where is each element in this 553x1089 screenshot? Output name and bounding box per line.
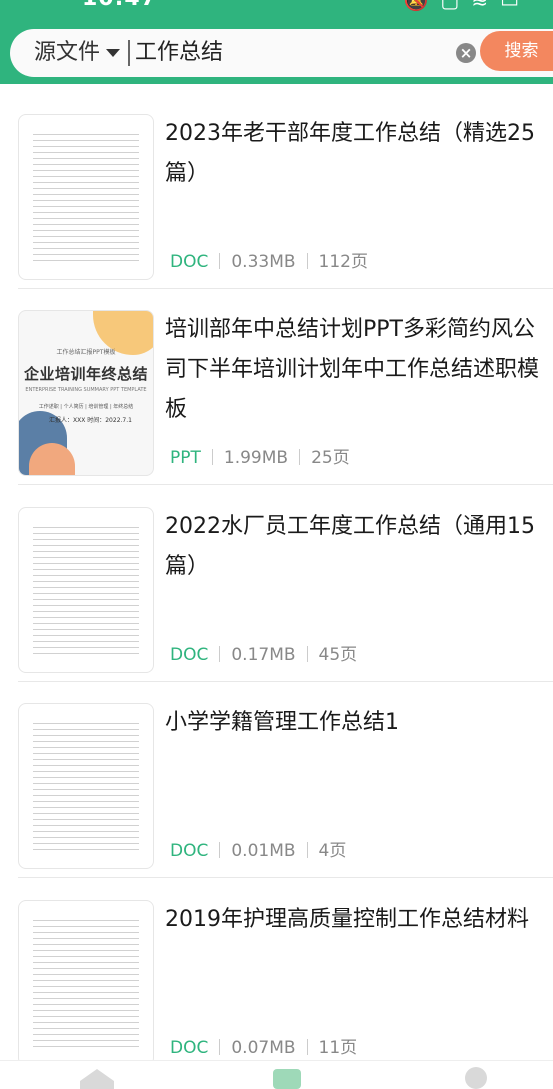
status-bar: 10:47 🔕▢≋▭ bbox=[0, 0, 553, 18]
file-size: 0.33MB bbox=[231, 252, 296, 272]
search-input[interactable]: 工作总结 bbox=[135, 29, 223, 77]
page-count: 4页 bbox=[318, 841, 347, 861]
square-icon: ▢ bbox=[440, 0, 472, 12]
bell-off-icon: 🔕 bbox=[403, 0, 441, 12]
home-icon[interactable] bbox=[80, 1069, 114, 1089]
item-title: 2023年老干部年度工作总结（精选25篇） bbox=[165, 121, 535, 186]
item-title: 培训部年中总结计划PPT多彩简约风公司下半年培训计划年中工作总结述职模板 bbox=[165, 317, 540, 422]
file-size: 1.99MB bbox=[223, 448, 289, 468]
list-item[interactable]: 工作总结汇报PPT模板 企业培训年终总结 ENTERPRISE TRAINING… bbox=[0, 280, 553, 485]
document-thumbnail bbox=[18, 507, 154, 673]
thumb-subtitle: ENTERPRISE TRAINING SUMMARY PPT TEMPLATE bbox=[25, 387, 147, 393]
item-title: 小学学籍管理工作总结1 bbox=[165, 710, 399, 735]
file-size: 0.07MB bbox=[231, 1038, 296, 1058]
page-count: 112页 bbox=[318, 252, 368, 272]
list-item[interactable]: 2023年老干部年度工作总结（精选25篇） DOC 0.33MB 112页 bbox=[0, 84, 553, 289]
page-count: 11页 bbox=[318, 1038, 358, 1058]
item-meta: DOC 0.07MB 11页 bbox=[170, 1035, 357, 1061]
profile-icon[interactable] bbox=[465, 1067, 487, 1089]
file-type: DOC bbox=[170, 252, 209, 272]
item-title: 2022水厂员工年度工作总结（通用15篇） bbox=[165, 514, 535, 579]
item-meta: DOC 0.17MB 45页 bbox=[170, 642, 357, 668]
top-bar: 10:47 🔕▢≋▭ 源文件 工作总结 × 搜索 bbox=[0, 0, 553, 84]
item-meta: DOC 0.33MB 112页 bbox=[170, 249, 368, 275]
file-size: 0.17MB bbox=[231, 645, 296, 665]
text-cursor bbox=[128, 40, 130, 66]
thumb-title: 企业培训年终总结 bbox=[23, 365, 148, 383]
ppt-thumbnail: 工作总结汇报PPT模板 企业培训年终总结 ENTERPRISE TRAINING… bbox=[18, 310, 154, 476]
file-type: PPT bbox=[170, 448, 201, 468]
file-size: 0.01MB bbox=[231, 841, 296, 861]
item-title: 2019年护理高质量控制工作总结材料 bbox=[165, 907, 529, 932]
apps-icon[interactable] bbox=[273, 1069, 301, 1089]
list-item[interactable]: 2019年护理高质量控制工作总结材料 DOC 0.07MB 11页 bbox=[0, 870, 553, 1066]
document-thumbnail bbox=[18, 900, 154, 1066]
thumb-top-text: 工作总结汇报PPT模板 bbox=[56, 349, 116, 356]
thumb-info: 工作述职 | 个人简历 | 培训管理 | 年终总结 bbox=[38, 404, 134, 410]
scope-label: 源文件 bbox=[34, 40, 101, 65]
status-time: 10:47 bbox=[82, 0, 157, 11]
file-type: DOC bbox=[170, 645, 209, 665]
chevron-down-icon bbox=[106, 49, 121, 57]
list-item[interactable]: 小学学籍管理工作总结1 DOC 0.01MB 4页 bbox=[0, 673, 553, 878]
item-meta: PPT 1.99MB 25页 bbox=[170, 445, 350, 471]
page-count: 45页 bbox=[318, 645, 358, 665]
list-item[interactable]: 2022水厂员工年度工作总结（通用15篇） DOC 0.17MB 45页 bbox=[0, 477, 553, 682]
page-count: 25页 bbox=[311, 448, 350, 468]
clear-icon[interactable]: × bbox=[456, 43, 476, 63]
battery-icon: ▭ bbox=[500, 0, 531, 12]
file-type: DOC bbox=[170, 1038, 209, 1058]
wifi-icon: ≋ bbox=[471, 0, 501, 12]
search-button[interactable]: 搜索 bbox=[480, 31, 553, 71]
document-thumbnail bbox=[18, 703, 154, 869]
item-meta: DOC 0.01MB 4页 bbox=[170, 838, 346, 864]
bottom-nav bbox=[0, 1060, 553, 1089]
search-bar: 源文件 工作总结 × 搜索 bbox=[10, 29, 553, 77]
thumb-date: 汇报人：XXX 时间：2022.7.1 bbox=[49, 417, 132, 424]
document-thumbnail bbox=[18, 114, 154, 280]
file-type: DOC bbox=[170, 841, 209, 861]
status-icons: 🔕▢≋▭ bbox=[404, 0, 531, 12]
source-scope-dropdown[interactable]: 源文件 bbox=[34, 29, 121, 77]
